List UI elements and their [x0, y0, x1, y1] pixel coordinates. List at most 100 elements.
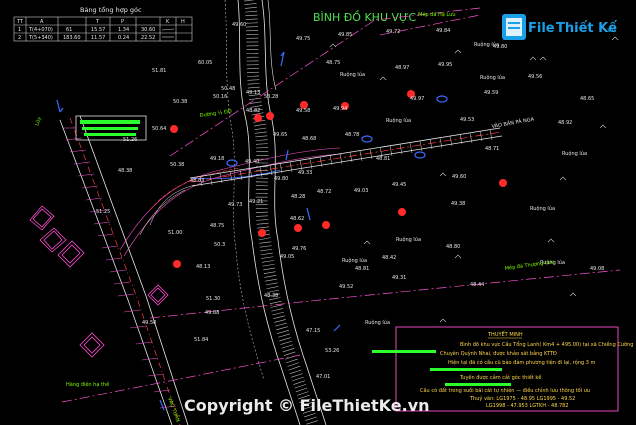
notes-line: LG1998 - 47.953 LGTKH - 48.782 — [486, 403, 569, 409]
table-header-p: P — [121, 19, 124, 25]
elevation-label: 50.3 — [214, 242, 225, 248]
tree-icon — [258, 229, 266, 237]
elevation-label: 48.42 — [382, 255, 396, 261]
table-cell: 15.57 — [91, 27, 105, 33]
elevation-label: 48.75 — [326, 60, 340, 66]
flow-arrows — [56, 51, 448, 411]
elevation-label: 49.60 — [232, 22, 246, 28]
arrow-icon — [280, 51, 285, 67]
elevation-label: 51.81 — [152, 68, 166, 74]
elevation-label: 53.26 — [325, 348, 339, 354]
copyright-watermark: Copyright © FileThietKe.vn — [184, 396, 430, 415]
rice-label: Ruộng lúa — [530, 205, 555, 212]
elevation-label: 49.94 — [333, 106, 347, 112]
elevation-label: 49.65 — [273, 132, 287, 138]
route-label-vao-ban: VÀO BẢN PÁ NGA — [491, 115, 535, 130]
table-cell: T(4+070) — [28, 27, 53, 33]
elevation-label: 51.84 — [194, 337, 208, 343]
elevation-label: 48.71 — [485, 146, 499, 152]
elevation-label: 49.38 — [451, 201, 465, 207]
rice-label: Ruộng lúa — [340, 71, 365, 78]
elevation-label: 47.01 — [316, 374, 330, 380]
rice-label: Ruộng lúa — [365, 319, 390, 326]
notes-line: Tuyến được cắm cắt góc thiết kế — [459, 374, 542, 381]
elevation-label: 48.13 — [196, 264, 210, 270]
rice-symbols — [329, 36, 619, 323]
elevation-label: 51.26 — [123, 137, 137, 143]
table-cell: 183.60 — [63, 35, 81, 41]
angle-table: Bảng tổng hợp góc TT A T P K H 1 T(4+070… — [13, 5, 193, 42]
table-header-h: H — [181, 19, 185, 25]
notes-line: Thuỷ văn: LG1975 - 48.95 LG1995 - 49.52 — [469, 395, 575, 402]
rice-label: Ruộng lúa — [396, 236, 421, 243]
table-header-k: K — [166, 19, 170, 25]
house-icon — [39, 227, 67, 253]
table-cell: 0.24 — [118, 35, 129, 41]
elevation-label: 48.65 — [580, 96, 594, 102]
table-cell: 11.57 — [91, 35, 105, 41]
elevation-label: 49.72 — [386, 29, 400, 35]
elevation-label: 49.33 — [298, 170, 312, 176]
elevation-label: 48.80 — [446, 244, 460, 250]
rice-field-labels: Ruộng lúa Ruộng lúa Ruộng lúa Ruộng lúa … — [340, 41, 587, 326]
pier-icon — [226, 159, 238, 167]
elevation-label: 49.18 — [210, 156, 224, 162]
rice-label: Ruộng lúa — [480, 74, 505, 81]
elevation-label: 48.78 — [345, 132, 359, 138]
table-header-a: A — [40, 19, 44, 25]
filethietke-logo: File Thiết Kế .vn — [502, 14, 617, 40]
elevation-label: 48.38 — [118, 168, 132, 174]
elevation-label: 49.60 — [452, 174, 466, 180]
elevation-label: 60.05 — [198, 60, 212, 66]
elevation-label: 49.85 — [338, 32, 352, 38]
arrow-icon — [333, 324, 341, 332]
house-icon — [147, 284, 169, 306]
elevation-label: 48.82 — [246, 108, 260, 114]
tree-icon — [254, 114, 262, 122]
elevation-label: 51.30 — [206, 296, 220, 302]
elevation-label: 50.38 — [173, 99, 187, 105]
elevation-label: 50.48 — [221, 86, 235, 92]
elevation-label: 49.88 — [205, 310, 219, 316]
tree-icon — [322, 221, 330, 229]
label-route-left: Lũy — [34, 116, 43, 126]
elevation-label: 49.52 — [339, 284, 353, 290]
elevation-label: 48.75 — [210, 223, 224, 229]
logo-brand-1: File — [528, 21, 555, 36]
label-mep-thuong-luu: Mép đá Thượng Lưu — [504, 258, 554, 272]
elevation-label: 49.95 — [438, 62, 452, 68]
elevation-label: 49.13 — [246, 90, 260, 96]
cad-drawing-canvas[interactable]: File Thiết Kế .vn BÌNH ĐỒ KHU VỰC Bảng t… — [0, 0, 636, 425]
elevation-label: 48.28 — [291, 194, 305, 200]
elevation-label: 47.15 — [306, 328, 320, 334]
elevation-label: 48.81 — [355, 266, 369, 272]
tree-icon — [266, 112, 274, 120]
house-icon — [79, 332, 105, 358]
elevation-label: 49.31 — [392, 275, 406, 281]
elevation-label: 48.81 — [376, 156, 390, 162]
elevation-label: 48.97 — [395, 65, 409, 71]
elevation-label: 49.80 — [274, 176, 288, 182]
elevation-label: 53.28 — [264, 94, 278, 100]
elevation-label: 49.75 — [296, 36, 310, 42]
elevation-label: 49.45 — [392, 182, 406, 188]
elevation-label: 49.59 — [484, 90, 498, 96]
elevation-label: 49.76 — [292, 246, 306, 252]
table-cell: 1 — [18, 27, 21, 33]
elevation-label: 49.50 — [142, 320, 156, 326]
houses — [29, 205, 169, 358]
table-cell: 30.60 — [141, 27, 155, 33]
table-cell: 2 — [18, 35, 21, 41]
tree-icon — [294, 224, 302, 232]
elevation-label: 51.25 — [96, 209, 110, 215]
elevation-label: 49.97 — [410, 96, 424, 102]
rice-label: Ruộng lúa — [342, 257, 367, 264]
notes-heading: THUYẾT MINH — [487, 330, 523, 338]
tree-icon — [398, 208, 406, 216]
elevation-label: 50.64 — [152, 126, 166, 132]
stream-channel — [224, 0, 327, 425]
table-header-tt: TT — [16, 19, 24, 25]
table-cell: 22.52 — [141, 35, 155, 41]
rice-label: Ruộng lúa — [386, 117, 411, 124]
elevation-label: 48.44 — [470, 282, 484, 288]
